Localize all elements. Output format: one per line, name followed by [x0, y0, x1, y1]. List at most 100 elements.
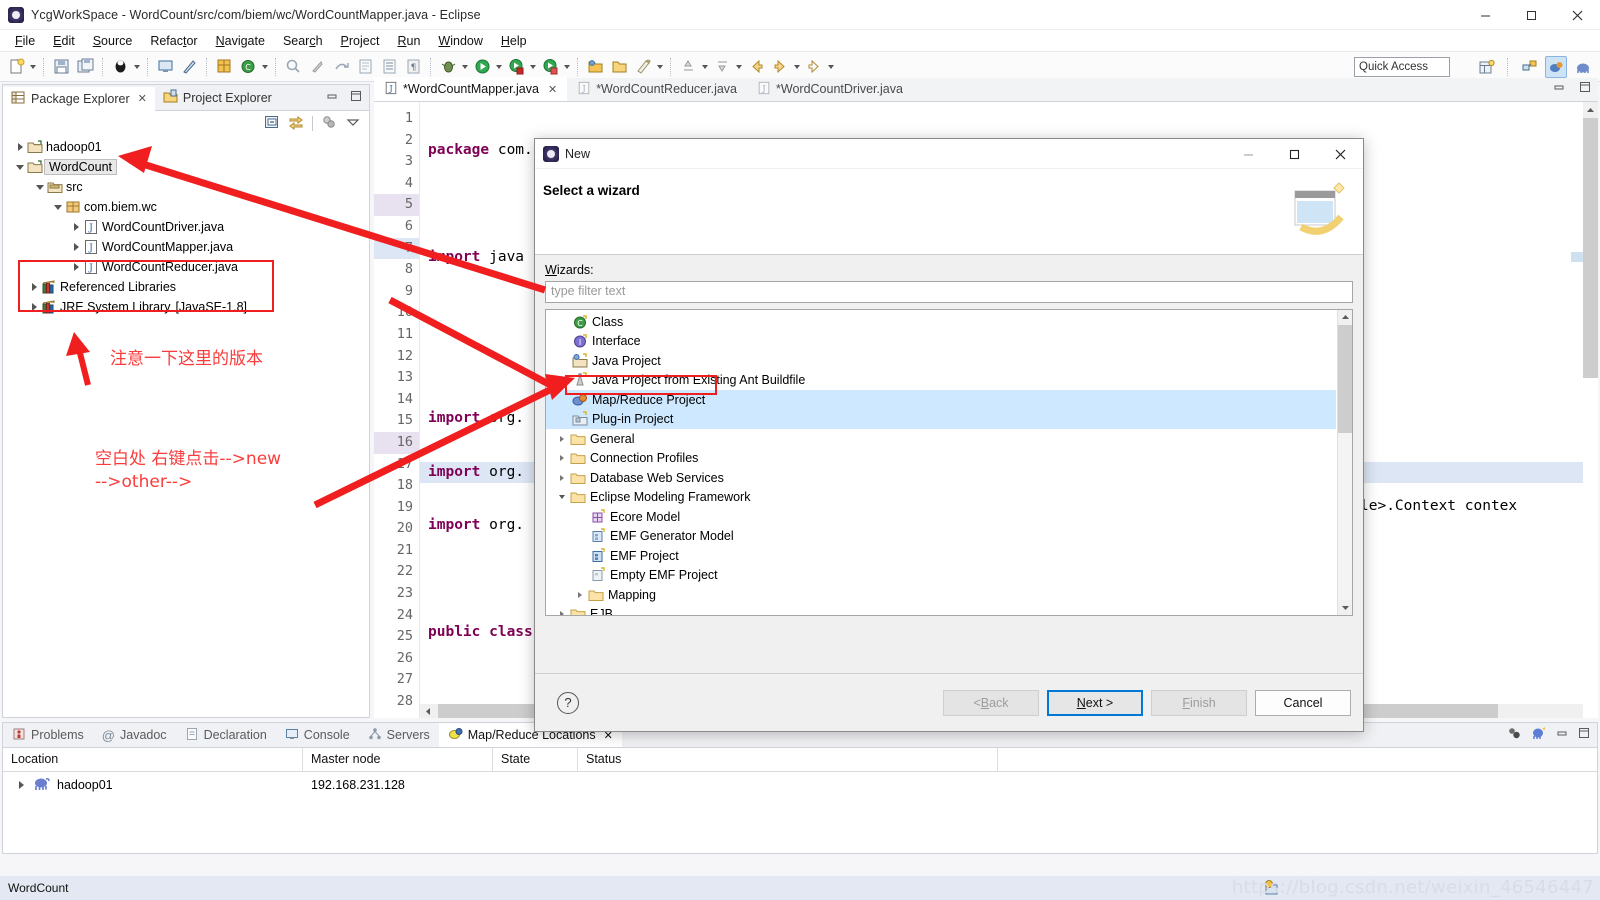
new-class-icon[interactable]: C	[237, 56, 259, 78]
wizard-item[interactable]: EMF Generator Model	[546, 527, 1336, 547]
wizard-item[interactable]: Empty EMF Project	[546, 566, 1336, 586]
new-package-icon[interactable]	[213, 56, 235, 78]
run-icon[interactable]	[471, 56, 493, 78]
open-perspective-icon[interactable]	[1475, 56, 1497, 78]
tree-item[interactable]: J WordCountReducer.java	[3, 257, 369, 277]
chevron-right-icon[interactable]	[572, 592, 588, 598]
view-menu-extra-icon[interactable]	[321, 114, 337, 133]
scroll-left-icon[interactable]	[420, 704, 436, 718]
chevron-right-icon[interactable]	[554, 455, 570, 461]
new-class-dropdown-icon[interactable]	[260, 56, 270, 78]
finish-button[interactable]: Finish	[1151, 689, 1247, 716]
tree-item[interactable]: src	[3, 177, 369, 197]
tab-project-explorer[interactable]: Project Explorer	[155, 85, 280, 110]
last-edit-icon[interactable]	[330, 56, 352, 78]
tab-wordcountmapper[interactable]: J *WordCountMapper.java ✕	[374, 77, 568, 101]
menu-window[interactable]: Window	[429, 32, 491, 50]
next-annotation-icon[interactable]	[711, 56, 733, 78]
open-folder-icon[interactable]	[608, 56, 630, 78]
print-dropdown-icon[interactable]	[132, 56, 142, 78]
chevron-right-icon[interactable]	[554, 475, 570, 481]
wizard-item[interactable]: Plug-in Project	[546, 409, 1336, 429]
filter-input[interactable]: type filter text	[545, 281, 1353, 303]
coverage-icon[interactable]	[539, 56, 561, 78]
wizard-item[interactable]: I Interface	[546, 332, 1336, 352]
show-whitespace-icon[interactable]	[354, 56, 376, 78]
annotation-next-icon[interactable]	[306, 56, 328, 78]
new-java-project-icon[interactable]	[584, 56, 606, 78]
tree-item[interactable]: hadoop01	[3, 137, 369, 157]
run-external-dropdown-icon[interactable]	[528, 56, 538, 78]
link-with-editor-icon[interactable]	[288, 114, 304, 133]
dialog-minimize-button[interactable]	[1225, 139, 1271, 169]
minimize-button[interactable]	[1462, 0, 1508, 30]
chevron-down-icon[interactable]	[51, 197, 65, 217]
panel-maximize-icon[interactable]	[1577, 726, 1591, 743]
wizard-item[interactable]: Ecore Model	[546, 507, 1336, 527]
chevron-right-icon[interactable]	[554, 611, 570, 615]
new-plugin-dropdown-icon[interactable]	[655, 56, 665, 78]
coverage-dropdown-icon[interactable]	[562, 56, 572, 78]
tree-item[interactable]: J WordCountDriver.java	[3, 217, 369, 237]
tab-declaration[interactable]: Declaration	[176, 723, 276, 747]
dialog-maximize-button[interactable]	[1271, 139, 1317, 169]
menu-source[interactable]: Source	[84, 32, 142, 50]
forward-dropdown-icon[interactable]	[792, 56, 802, 78]
tab-package-explorer[interactable]: Package Explorer ✕	[3, 85, 155, 111]
chevron-right-icon[interactable]	[554, 436, 570, 442]
new-location-icon[interactable]	[1507, 725, 1523, 744]
collapse-all-icon[interactable]	[264, 114, 280, 133]
tree-item[interactable]: WordCount	[3, 157, 369, 177]
editor-minimize-icon[interactable]	[1552, 80, 1566, 97]
tree-item[interactable]: JRE System Library [JavaSE-1.8]	[3, 297, 369, 317]
wizard-item[interactable]: Connection Profiles	[546, 449, 1336, 469]
view-maximize-icon[interactable]	[349, 89, 363, 106]
new-plugin-icon[interactable]	[632, 56, 654, 78]
wizard-list-scrollbar[interactable]	[1337, 310, 1352, 615]
wizard-item[interactable]: C Class	[546, 312, 1336, 332]
close-icon[interactable]: ✕	[548, 83, 557, 96]
perspective-hadoop-icon[interactable]	[1572, 56, 1594, 78]
next-edit-icon[interactable]	[803, 56, 825, 78]
wizard-item[interactable]: Database Web Services	[546, 468, 1336, 488]
wizard-list[interactable]: C Class I Interface Java Project Java Pr…	[545, 309, 1353, 616]
view-minimize-icon[interactable]	[325, 89, 339, 106]
tab-wordcountdriver[interactable]: J *WordCountDriver.java	[747, 77, 913, 101]
chevron-down-icon[interactable]	[33, 177, 47, 197]
menu-navigate[interactable]: Navigate	[207, 32, 274, 50]
tree-item[interactable]: J WordCountMapper.java	[3, 237, 369, 257]
perspective-mapreduce-icon[interactable]	[1545, 56, 1567, 78]
scrollbar-thumb[interactable]	[1583, 118, 1598, 378]
tab-wordcountreducer[interactable]: J *WordCountReducer.java	[567, 77, 747, 101]
previous-annotation-icon[interactable]	[677, 56, 699, 78]
next-annotation-dropdown-icon[interactable]	[734, 56, 744, 78]
tab-javadoc[interactable]: @ Javadoc	[93, 723, 176, 747]
scrollbar-thumb[interactable]	[1338, 325, 1352, 433]
forward-icon[interactable]	[769, 56, 791, 78]
close-button[interactable]	[1554, 0, 1600, 30]
tab-servers[interactable]: Servers	[359, 723, 439, 747]
menu-edit[interactable]: Edit	[44, 32, 84, 50]
chevron-down-icon[interactable]	[554, 495, 570, 499]
wizard-item[interactable]: Java Project from Existing Ant Buildfile	[546, 371, 1336, 391]
panel-minimize-icon[interactable]	[1555, 726, 1569, 743]
print-icon[interactable]	[109, 56, 131, 78]
quick-access-input[interactable]: Quick Access	[1354, 57, 1450, 77]
debug-dropdown-icon[interactable]	[460, 56, 470, 78]
scroll-up-icon[interactable]	[1338, 310, 1352, 325]
table-row[interactable]: hadoop01 192.168.231.128	[3, 772, 1597, 798]
chevron-right-icon[interactable]	[27, 297, 41, 317]
close-icon[interactable]: ✕	[138, 92, 147, 105]
hadoop-elephant-icon[interactable]	[1531, 725, 1547, 744]
run-dropdown-icon[interactable]	[494, 56, 504, 78]
view-menu-icon[interactable]	[345, 114, 361, 133]
outline-icon[interactable]	[378, 56, 400, 78]
quick-fix-icon[interactable]	[178, 56, 200, 78]
wizard-item[interactable]: Eclipse Modeling Framework	[546, 488, 1336, 508]
previous-annotation-dropdown-icon[interactable]	[700, 56, 710, 78]
new-dropdown-icon[interactable]	[28, 56, 38, 78]
tab-console[interactable]: Console	[276, 723, 359, 747]
back-button[interactable]: < Back	[943, 689, 1039, 716]
wizard-item[interactable]: EJB	[546, 605, 1336, 615]
editor-vertical-scrollbar[interactable]	[1583, 102, 1598, 718]
